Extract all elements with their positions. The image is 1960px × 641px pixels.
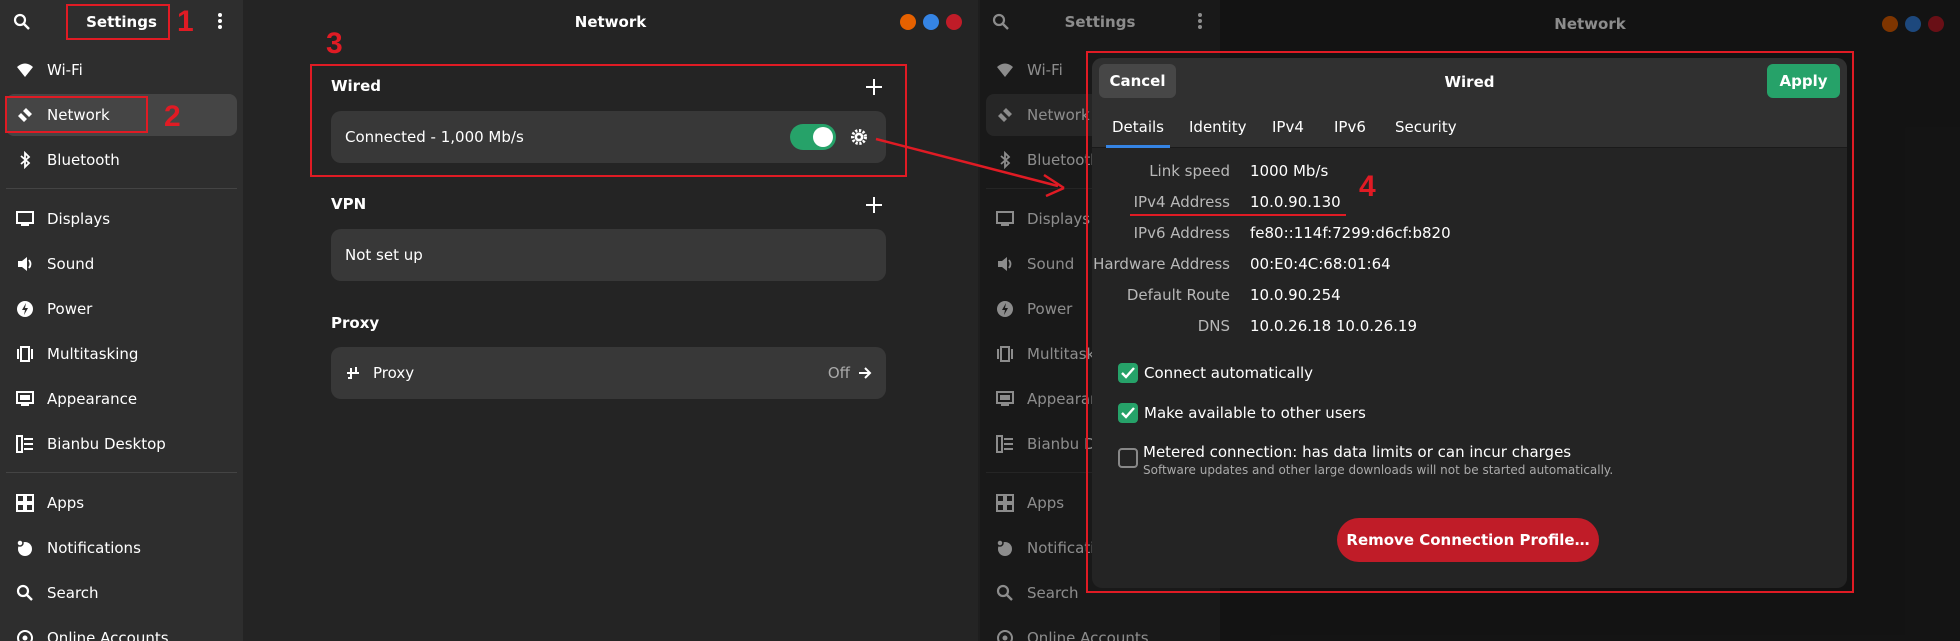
sidebar-item-label: Bluetooth: [47, 151, 120, 169]
sidebar-separator: [6, 188, 237, 189]
annotation-number: 3: [326, 27, 343, 60]
sidebar-item-label: Power: [47, 300, 93, 318]
annotation-number: 2: [164, 100, 181, 133]
sidebar-item-displays[interactable]: Displays: [6, 198, 237, 240]
sidebar-item-label: Displays: [47, 210, 111, 228]
sidebar-item-appearance[interactable]: Appearance: [6, 378, 237, 420]
close-button[interactable]: [946, 14, 962, 30]
add-vpn-button[interactable]: [866, 197, 882, 213]
sidebar-list: Wi-Fi Network Bluetooth Displays Sound P…: [6, 49, 237, 641]
sidebar-item-label: Appearance: [47, 390, 138, 408]
proxy-row[interactable]: Proxy Off: [331, 347, 886, 399]
proxy-section-title: Proxy: [331, 314, 380, 332]
sidebar-item-search[interactable]: Search: [6, 572, 237, 614]
annotation-box-dialog: [1086, 51, 1854, 593]
sidebar-item-label: Search: [47, 584, 99, 602]
sidebar-item-sound[interactable]: Sound: [6, 243, 237, 285]
sidebar-item-power[interactable]: Power: [6, 288, 237, 330]
vpn-row: Not set up: [331, 229, 886, 281]
annotation-box-network: [5, 96, 148, 133]
appearance-icon: [16, 391, 34, 406]
minimize-button[interactable]: [900, 14, 916, 30]
sidebar-item-wifi[interactable]: Wi-Fi: [6, 49, 237, 91]
proxy-row-label: Proxy: [373, 364, 415, 382]
power-icon: [17, 301, 33, 317]
sidebar-item-label: Wi-Fi: [47, 61, 83, 79]
proxy-value: Off: [827, 364, 850, 382]
accounts-icon: [17, 630, 33, 641]
desktop-icon: [16, 435, 33, 453]
annotation-box-settings: [66, 4, 170, 40]
display-icon: [16, 211, 34, 226]
apps-icon: [16, 494, 34, 512]
vpn-section-title: VPN: [331, 195, 367, 213]
annotation-underline: [1130, 214, 1346, 216]
annotation-number: 1: [177, 5, 194, 38]
multitasking-icon: [17, 346, 33, 362]
sidebar-item-online-accounts[interactable]: Online Accounts: [6, 617, 237, 641]
sound-icon: [18, 257, 32, 271]
sidebar-item-label: Notifications: [47, 539, 141, 557]
sidebar-item-label: Sound: [47, 255, 95, 273]
annotation-box-wired: [310, 64, 907, 177]
sidebar-item-label: Online Accounts: [47, 629, 169, 641]
vpn-status: Not set up: [345, 246, 423, 264]
search-icon: [16, 584, 33, 601]
proxy-icon: [347, 367, 359, 379]
sidebar-item-label: Multitasking: [47, 345, 139, 363]
sidebar-item-bianbu-desktop[interactable]: Bianbu Desktop: [6, 423, 237, 465]
sidebar-item-notifications[interactable]: Notifications: [6, 527, 237, 569]
annotation-number: 4: [1359, 170, 1376, 203]
sidebar-item-apps[interactable]: Apps: [6, 482, 237, 524]
menu-icon[interactable]: [210, 12, 230, 32]
maximize-button[interactable]: [923, 14, 939, 30]
sidebar-item-bluetooth[interactable]: Bluetooth: [6, 139, 237, 181]
sidebar-item-multitasking[interactable]: Multitasking: [6, 333, 237, 375]
bluetooth-icon: [20, 151, 31, 169]
page-title: Network: [574, 13, 647, 31]
wifi-icon: [17, 63, 33, 77]
arrow-right-icon: [859, 367, 872, 379]
sidebar-item-label: Bianbu Desktop: [47, 435, 166, 453]
bell-icon: [16, 539, 32, 556]
sidebar-item-label: Apps: [47, 494, 85, 512]
sidebar-separator: [6, 472, 237, 473]
